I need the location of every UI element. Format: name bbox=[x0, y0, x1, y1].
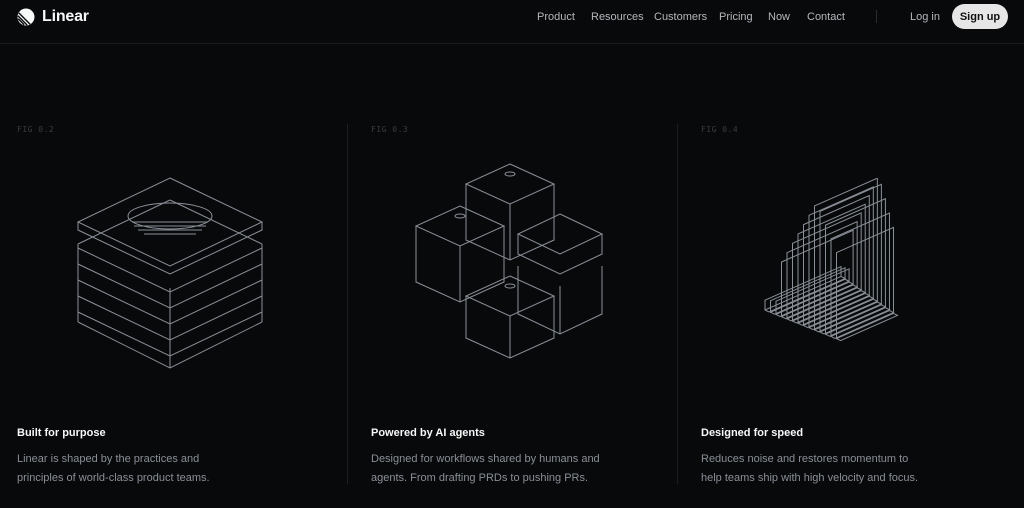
card-description-line: principles of world-class product teams. bbox=[17, 472, 210, 484]
card-title: Designed for speed bbox=[701, 427, 804, 439]
agent-cubes-illustration bbox=[414, 163, 604, 359]
card-description: Designed for workflows shared by humans … bbox=[371, 450, 600, 488]
card-description-line: help teams ship with high velocity and f… bbox=[701, 472, 919, 484]
fig-label: FIG 0.4 bbox=[701, 125, 739, 134]
nav-divider bbox=[876, 10, 877, 23]
nav-resources[interactable]: Resources bbox=[591, 10, 644, 24]
nav-pricing[interactable]: Pricing bbox=[719, 10, 753, 24]
column-divider bbox=[347, 124, 348, 484]
login-link[interactable]: Log in bbox=[910, 10, 940, 24]
card-description-line: Reduces noise and restores momentum to bbox=[701, 453, 909, 465]
main-nav: Product Resources Customers Pricing Now … bbox=[0, 0, 1024, 33]
stacked-layers-illustration bbox=[76, 177, 264, 369]
nav-customers[interactable]: Customers bbox=[654, 10, 707, 24]
nav-product[interactable]: Product bbox=[537, 10, 575, 24]
column-divider bbox=[677, 124, 678, 484]
fig-label: FIG 0.3 bbox=[371, 125, 409, 134]
nav-now[interactable]: Now bbox=[768, 10, 790, 24]
signup-button[interactable]: Sign up bbox=[952, 4, 1008, 29]
fig-label: FIG 0.2 bbox=[17, 125, 55, 134]
card-description-line: Designed for workflows shared by humans … bbox=[371, 453, 600, 465]
card-description: Linear is shaped by the practices and pr… bbox=[17, 450, 210, 488]
card-title: Powered by AI agents bbox=[371, 427, 485, 439]
speed-panel bbox=[814, 178, 883, 333]
card-title: Built for purpose bbox=[17, 427, 106, 439]
speed-panels-illustration bbox=[764, 178, 899, 342]
site-header: Linear Product Resources Customers Prici… bbox=[0, 0, 1024, 44]
card-description: Reduces noise and restores momentum to h… bbox=[701, 450, 918, 488]
card-description-line: agents. From drafting PRDs to pushing PR… bbox=[371, 472, 589, 484]
nav-contact[interactable]: Contact bbox=[807, 10, 845, 24]
card-description-line: Linear is shaped by the practices and bbox=[17, 453, 200, 465]
